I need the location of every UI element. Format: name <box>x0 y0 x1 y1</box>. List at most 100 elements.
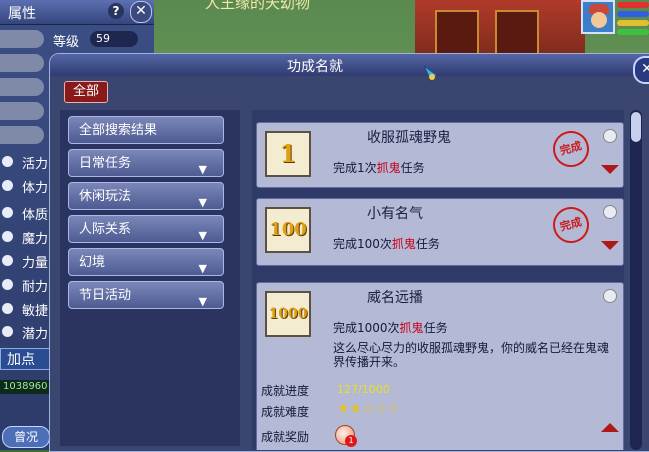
add-point-button[interactable]: 加点 <box>0 348 50 370</box>
category-label: 人际关系 <box>79 222 132 237</box>
stat-label: 活力 <box>22 157 49 172</box>
close-icon[interactable]: ✕ <box>633 56 649 84</box>
desc-highlight: 抓鬼 <box>376 161 401 175</box>
category-list: 全部搜索结果 日常任务 ▼ 休闲玩法 ▼ 人际关系 ▼ 幻境 ▼ 节日活动 ▼ <box>60 110 240 446</box>
category-label: 节日活动 <box>79 288 132 303</box>
avatar-face <box>591 12 607 28</box>
desc-suffix: 任务 <box>415 237 440 251</box>
category-leisure[interactable]: 休闲玩法 ▼ <box>68 182 224 210</box>
attribute-field <box>0 102 44 120</box>
category-label: 日常任务 <box>79 156 132 171</box>
stat-dot-icon <box>2 207 13 218</box>
help-icon[interactable]: ? <box>108 3 124 19</box>
money-value: 1038960 <box>0 380 50 394</box>
stat-label: 力量 <box>22 256 49 271</box>
attribute-field <box>0 126 44 144</box>
stat-row-strength: 力量 <box>0 251 50 271</box>
achievement-icon-label: 1 <box>279 139 297 168</box>
achievement-name: 威名远播 <box>367 290 423 306</box>
chevron-down-icon: ▼ <box>198 163 207 176</box>
difficulty-stars: ★★☆☆☆ <box>337 401 400 417</box>
desc-highlight: 抓鬼 <box>391 237 416 251</box>
achievement-list: 1 收服孤魂野鬼 完成1次抓鬼任务 完成 100 小有名气 完成100次抓鬼任务… <box>252 110 624 450</box>
reward-count-badge: 1 <box>345 435 357 447</box>
stat-dot-icon <box>2 303 13 314</box>
level-value: 59 <box>90 31 138 47</box>
category-label: 全部搜索结果 <box>79 123 158 138</box>
pin-icon[interactable] <box>603 129 617 143</box>
chevron-down-icon: ▼ <box>198 229 207 242</box>
player-avatar[interactable] <box>581 0 615 34</box>
achievement-description: 完成1次抓鬼任务 <box>333 159 425 176</box>
stat-dot-icon <box>2 255 13 266</box>
achievement-icon-label: 1000 <box>268 306 308 322</box>
stat-label: 耐力 <box>22 280 49 295</box>
stat-row-endurance: 耐力 <box>0 275 50 295</box>
achievement-description: 完成100次抓鬼任务 <box>333 235 440 252</box>
attribute-field <box>0 78 44 96</box>
chevron-down-icon: ▼ <box>198 295 207 308</box>
collapse-arrow-icon[interactable] <box>601 423 619 432</box>
level-label: 等级 <box>53 35 80 50</box>
attribute-field <box>0 30 44 48</box>
scroll-thumb[interactable] <box>631 112 641 142</box>
achievement-icon: 1000 <box>265 291 311 337</box>
category-daily-tasks[interactable]: 日常任务 ▼ <box>68 149 224 177</box>
desc-suffix: 任务 <box>400 161 425 175</box>
achievement-item[interactable]: 100 小有名气 完成100次抓鬼任务 完成 <box>256 198 624 266</box>
desc-prefix: 完成100次 <box>333 237 392 251</box>
achievement-icon: 100 <box>265 207 311 253</box>
stat-dot-icon <box>2 279 13 290</box>
achievement-icon: 1 <box>265 131 311 177</box>
progress-label: 成就进度 <box>261 384 310 398</box>
desc-highlight: 抓鬼 <box>399 321 424 335</box>
stat-row-vitality: 活力 <box>0 152 50 172</box>
achievement-icon-label: 100 <box>269 219 307 240</box>
hp-bar <box>617 2 649 8</box>
desc-prefix: 完成1000次 <box>333 321 400 335</box>
stat-label: 潜力 <box>22 327 49 342</box>
attribute-titlebar[interactable]: 属性 ? ✕ <box>0 0 154 25</box>
upgrade-button[interactable]: 曾况 <box>2 426 50 448</box>
stat-label: 体质 <box>22 208 49 223</box>
expand-arrow-icon[interactable] <box>601 241 619 250</box>
category-all-results[interactable]: 全部搜索结果 <box>68 116 224 144</box>
stat-label: 敏捷 <box>22 304 49 319</box>
dialog-titlebar[interactable]: 功成名就 <box>50 54 649 76</box>
stat-dot-icon <box>2 180 13 191</box>
all-filter-button[interactable]: 全部 <box>64 81 108 103</box>
category-festival[interactable]: 节日活动 ▼ <box>68 281 224 309</box>
category-label: 休闲玩法 <box>79 189 132 204</box>
exp-bar <box>617 29 649 35</box>
anger-bar <box>617 20 649 26</box>
category-label: 幻境 <box>79 255 106 270</box>
expand-arrow-icon[interactable] <box>601 165 619 174</box>
category-illusion[interactable]: 幻境 ▼ <box>68 248 224 276</box>
pin-icon[interactable] <box>603 205 617 219</box>
close-icon[interactable]: ✕ <box>130 1 152 23</box>
stat-row-magic: 魔力 <box>0 227 50 247</box>
scrollbar[interactable] <box>630 110 642 450</box>
achievement-description: 完成1000次抓鬼任务 <box>333 319 448 336</box>
chevron-down-icon: ▼ <box>198 196 207 209</box>
pin-icon[interactable] <box>603 289 617 303</box>
stat-dot-icon <box>2 326 13 337</box>
achievement-item-expanded[interactable]: 1000 威名远播 完成1000次抓鬼任务 这么尽心尽力的收服孤魂野鬼，你的威名… <box>256 282 624 450</box>
stat-dot-icon <box>2 156 13 167</box>
dialog-title: 功成名就 <box>287 59 343 75</box>
stat-row-potential: 潜力 <box>0 322 50 342</box>
progress-value: 127/1000 <box>337 383 390 396</box>
achievement-long-description: 这么尽心尽力的收服孤魂野鬼，你的威名已经在鬼魂界传播开来。 <box>333 341 610 369</box>
stat-dot-icon <box>2 231 13 242</box>
chevron-down-icon: ▼ <box>198 262 207 275</box>
desc-suffix: 任务 <box>423 321 448 335</box>
achievement-dialog: 功成名就 ✕ 全部 全部搜索结果 日常任务 ▼ 休闲玩法 ▼ 人际关系 ▼ 幻境… <box>49 53 649 452</box>
stat-row-stamina: 体力 <box>0 176 50 196</box>
desc-prefix: 完成1次 <box>333 161 377 175</box>
category-relationships[interactable]: 人际关系 ▼ <box>68 215 224 243</box>
stat-row-constitution: 体质 <box>0 203 50 223</box>
stat-label: 体力 <box>22 181 49 196</box>
achievement-item[interactable]: 1 收服孤魂野鬼 完成1次抓鬼任务 完成 <box>256 122 624 188</box>
world-banner-text: 人王缘的天幼物 <box>205 0 311 12</box>
difficulty-label: 成就难度 <box>261 405 310 419</box>
